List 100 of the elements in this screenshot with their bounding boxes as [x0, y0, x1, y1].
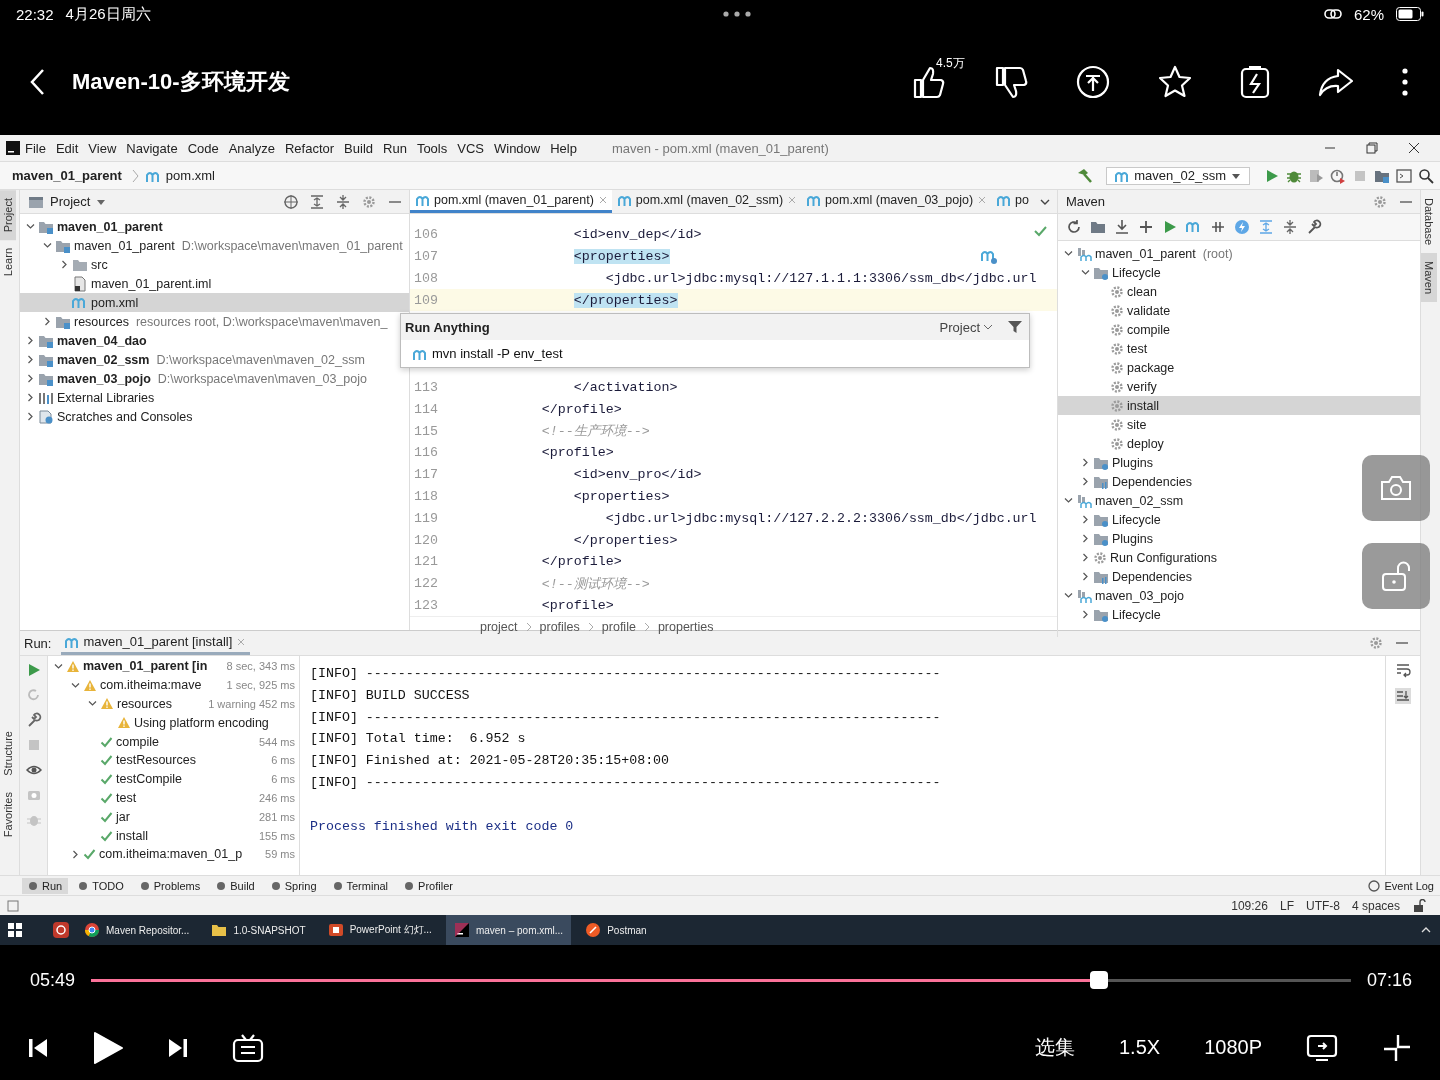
search-icon[interactable] [1418, 167, 1434, 184]
breadcrumb-item[interactable]: properties [657, 620, 714, 635]
taskbar-item[interactable]: maven – pom.xml... [445, 915, 572, 945]
tree-item[interactable]: src [20, 255, 108, 274]
tool-window-tab[interactable]: Learn [0, 240, 16, 285]
scroll-to-end-icon[interactable] [1395, 688, 1411, 704]
run-config-dropdown[interactable]: maven_02_ssm [1106, 166, 1250, 185]
star-icon[interactable] [1158, 64, 1192, 99]
editor-tab[interactable]: po [991, 190, 1033, 213]
tree-item[interactable]: maven_01_parent D:\workspace\maven\maven_01_parent [20, 236, 403, 255]
skip-forward-icon[interactable] [168, 1036, 188, 1059]
run-icon[interactable] [1264, 167, 1280, 184]
chevron-icon[interactable] [1064, 591, 1073, 600]
run-tree-item[interactable]: Using platform encoding [48, 713, 299, 733]
run-tree-item[interactable]: testCompile 6 ms [48, 769, 299, 789]
panel-title[interactable]: Project [50, 194, 91, 209]
chevron-icon[interactable] [71, 680, 80, 690]
restore-icon[interactable] [1364, 140, 1380, 156]
breadcrumb-item[interactable]: maven_01_parent [12, 168, 122, 183]
tool-tab[interactable]: Run [22, 877, 69, 894]
tool-tab[interactable]: TODO [72, 877, 130, 894]
menu-item[interactable]: Analyze [223, 138, 280, 158]
breadcrumb-item[interactable]: pom.xml [165, 168, 215, 183]
chevron-icon[interactable] [1081, 534, 1090, 543]
tree-item[interactable]: deploy [1058, 434, 1164, 453]
menu-item[interactable]: Run [378, 138, 412, 158]
menu-item[interactable]: View [83, 138, 122, 158]
profiler-icon[interactable] [1330, 167, 1346, 184]
taskbar-item[interactable]: Postman [577, 915, 682, 945]
lightning-icon[interactable] [1234, 219, 1250, 235]
fullscreen-icon[interactable] [1382, 1032, 1412, 1063]
chevron-icon[interactable] [88, 699, 97, 709]
menu-item[interactable]: Window [488, 138, 546, 158]
status-item[interactable]: LF [1279, 898, 1294, 913]
play-icon[interactable] [92, 1030, 124, 1065]
browser-icon[interactable] [84, 922, 100, 938]
ide-icon[interactable] [453, 922, 470, 938]
event-log-button[interactable]: Event Log [1362, 877, 1440, 894]
status-item[interactable]: UTF-8 [1305, 898, 1340, 913]
chevron-icon[interactable] [26, 336, 35, 345]
tool-window-tab[interactable]: Maven [1421, 253, 1437, 303]
quality-button[interactable]: 1080P [1204, 1036, 1262, 1059]
taskbar-item[interactable]: Maven Repositor... [76, 915, 198, 945]
tree-item[interactable]: pom.xml [20, 293, 409, 312]
chevron-icon[interactable] [1081, 553, 1090, 562]
menu-item[interactable]: VCS [452, 138, 489, 158]
breadcrumb-item[interactable]: profiles [539, 620, 580, 635]
tree-item[interactable]: verify [1058, 377, 1157, 396]
terminal-window-icon[interactable] [1396, 167, 1412, 184]
tree-item[interactable]: maven_03_pojo D:\workspace\maven\maven_03_pojo [20, 369, 367, 388]
soft-wrap-icon[interactable] [1395, 662, 1411, 678]
tool-window-tab[interactable]: Project [0, 190, 16, 241]
editor-tab[interactable]: pom.xml (maven_02_ssm) [611, 190, 802, 213]
editor-tab[interactable]: pom.xml (maven_03_pojo) [801, 190, 992, 213]
menu-item[interactable]: Code [182, 138, 224, 158]
close-icon[interactable] [1406, 140, 1422, 156]
tool-tab[interactable]: Problems [133, 877, 207, 894]
progress-thumb[interactable] [1089, 971, 1108, 989]
lock-icon[interactable] [1412, 898, 1426, 913]
more-icon[interactable] [1402, 67, 1408, 96]
editor-tab[interactable]: pom.xml (maven_01_parent) [410, 190, 612, 213]
menu-item[interactable]: Help [545, 138, 582, 158]
windows-icon[interactable] [8, 923, 22, 937]
taskbar-item[interactable]: PowerPoint 幻灯... [319, 915, 440, 945]
tree-item[interactable]: External Libraries [20, 388, 155, 407]
run-tree-item[interactable]: compile 544 ms [48, 732, 299, 751]
chevron-icon[interactable] [1081, 610, 1090, 619]
chevron-icon[interactable] [1081, 477, 1090, 486]
episodes-button[interactable]: 选集 [1035, 1034, 1075, 1061]
tree-item[interactable]: maven_02_ssm D:\workspace\maven\maven_02_ssm [20, 350, 365, 369]
tree-item[interactable]: Run Configurations [1058, 548, 1217, 567]
chevron-icon[interactable] [26, 222, 35, 231]
tree-item[interactable]: resources resources root, D:\workspace\maven\maven_ [20, 312, 388, 331]
menu-item[interactable]: File [20, 138, 51, 158]
skip-back-icon[interactable] [28, 1036, 48, 1059]
tree-item[interactable]: install [1058, 396, 1420, 415]
locate-icon[interactable] [283, 193, 299, 210]
command-field[interactable]: mvn install -P env_test [432, 346, 992, 361]
chevron-icon[interactable] [1081, 515, 1090, 524]
share-icon[interactable] [1318, 66, 1354, 97]
cast-icon[interactable] [1306, 1033, 1338, 1062]
run-tree-item[interactable]: com.itheima:mave 1 sec, 925 ms [48, 675, 299, 695]
tree-item[interactable]: Plugins [1058, 529, 1153, 548]
menu-item[interactable]: Refactor [279, 138, 340, 158]
taskbar-item[interactable]: 1.0-SNAPSHOT [203, 915, 314, 945]
tool-window-tab[interactable]: Favorites [0, 783, 16, 845]
screenshot-button[interactable] [1362, 455, 1430, 521]
plus-icon[interactable] [1138, 219, 1154, 235]
tree-item[interactable]: maven_04_dao [20, 331, 147, 350]
folder-icon[interactable] [1090, 219, 1106, 235]
tree-item[interactable]: Lifecycle [1058, 510, 1161, 529]
chevron-icon[interactable] [26, 393, 35, 402]
status-item[interactable]: 109:26 [1231, 898, 1268, 913]
menu-item[interactable]: Tools [411, 138, 453, 158]
tree-item[interactable]: Dependencies [1058, 567, 1192, 586]
tree-item[interactable]: Scratches and Consoles [20, 407, 193, 426]
menu-item[interactable]: Navigate [121, 138, 183, 158]
tree-item[interactable]: maven_02_ssm [1058, 491, 1184, 510]
tree-item[interactable]: test [1058, 339, 1148, 358]
chevron-icon[interactable] [43, 317, 52, 326]
